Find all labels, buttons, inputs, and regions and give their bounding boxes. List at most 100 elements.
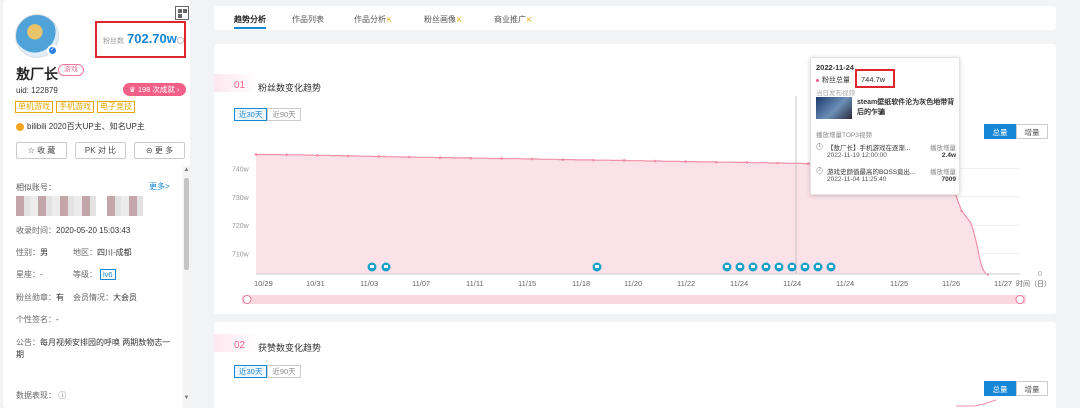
video-marker-glyph (764, 265, 768, 268)
data-point (285, 153, 288, 157)
video-marker-glyph (777, 265, 781, 268)
x-tick-label: 11/22 (677, 279, 695, 288)
star-icon: ☆ (27, 146, 35, 155)
row-time: 2022-11-04 11:25:40 (827, 176, 887, 183)
similar-account-blurred[interactable] (16, 196, 96, 216)
x-tick-label: 11/15 (518, 279, 536, 288)
action-buttons: ☆ 收 藏 PK 对 比 ⊝ 更 多 (16, 142, 185, 159)
x-tick-label: 11/07 (412, 279, 430, 288)
similar-more-link[interactable]: 更多> (149, 181, 170, 192)
rank-number: 1 (816, 143, 823, 150)
tab-works[interactable]: 作品列表 (292, 14, 324, 25)
x-tick-label: 11/03 (360, 279, 378, 288)
video-thumbnail[interactable] (816, 97, 852, 119)
x-tick-label: 11/11 (466, 279, 484, 288)
fans-value: 702.70w (127, 31, 177, 46)
signature: 个性签名：- (16, 315, 59, 324)
notice: 公告：每月视频安排园的呼唤 两期敖物志一期 (16, 338, 171, 359)
tooltip-value: 744.7w (861, 75, 886, 84)
data-point (408, 155, 411, 159)
x-tick-label: 11/24 (783, 279, 801, 288)
vip-icon: K (387, 17, 392, 24)
profile-sidebar: ✓ 粉丝数 702.70w 敖厂长 游戏 uid: 122879 ♛ 198 次… (3, 0, 190, 408)
x-tick-label: 11/20 (624, 279, 642, 288)
tab-work-analysis[interactable]: 作品分析K (354, 14, 392, 25)
level: 等级： lv6 (73, 269, 116, 280)
fans-label: 粉丝数 (103, 38, 124, 45)
data-point (254, 153, 258, 156)
zodiac: 星座：- (16, 270, 43, 279)
data-point (500, 157, 503, 160)
slider-handle[interactable] (242, 295, 252, 304)
compare-label: 对 比 (97, 146, 117, 155)
row-header: 播放增量 (930, 169, 956, 176)
main-tabs: 趋势分析 作品列表 作品分析K 粉丝画像K 商业推广K (214, 6, 1056, 30)
compare-button[interactable]: PK 对 比 (75, 142, 126, 159)
tab-fans-profile[interactable]: 粉丝画像K (424, 14, 462, 25)
row-header: 播放增量 (930, 145, 956, 152)
more-button[interactable]: ⊝ 更 多 (134, 142, 185, 159)
tab-trend[interactable]: 趋势分析 (234, 14, 266, 25)
uid-text: uid: 122879 (16, 86, 58, 95)
data-performance-label: 数据表现： ⓘ (16, 391, 67, 400)
tooltip-sub: 当日发布视频 (816, 90, 855, 97)
x-tick-label: 11/26 (942, 279, 960, 288)
favorite-label: 收 藏 (37, 146, 56, 155)
likes-trend-card: 02 获赞数变化趋势 近30天 近90天 总量 增量 (214, 322, 1056, 408)
video-marker-glyph (829, 265, 833, 268)
slider-handle[interactable] (1015, 295, 1025, 304)
tag-item: 单机游戏 (15, 101, 53, 113)
help-icon[interactable]: ⓘ (58, 391, 66, 400)
more-icon: ⊝ (145, 146, 153, 155)
record-time: 收录时间：2020-05-20 15:03:43 (16, 226, 131, 235)
data-point (438, 156, 442, 159)
x-tick-label: 11/18 (572, 279, 590, 288)
range-slider-track[interactable] (242, 295, 1026, 304)
data-point (714, 160, 718, 164)
tab-business[interactable]: 商业推广K (494, 14, 532, 25)
tag-list: 单机游戏 手机游戏 电子竞技 (15, 101, 135, 113)
row-value: 7009 (941, 176, 956, 183)
x-tick-label: 11/25 (890, 279, 908, 288)
x-tick-label: 11/24 (836, 279, 854, 288)
x-tick-label: 10/29 (254, 279, 273, 288)
qr-code-icon[interactable] (175, 6, 189, 20)
region: 地区：四川-成都 (73, 248, 132, 257)
data-point (745, 161, 749, 164)
video-marker-glyph (803, 265, 807, 268)
similar-account-blurred[interactable] (107, 196, 143, 216)
video-title[interactable]: steam壁纸软件沦为灰色地带背后的乍骗 (857, 98, 957, 118)
data-point (377, 155, 381, 158)
data-point (960, 209, 964, 213)
vip-icon: K (457, 17, 462, 24)
scroll-down-icon[interactable]: ▼ (183, 394, 190, 402)
pk-icon: PK (84, 146, 96, 155)
tooltip-date: 2022-11-24 (816, 63, 854, 72)
x-tick-label: 11/24 (730, 279, 748, 288)
video-marker-glyph (790, 265, 794, 268)
info-icon[interactable] (177, 37, 184, 44)
y-tick-label: 0 (1038, 271, 1042, 278)
up-master-icon (16, 122, 24, 131)
favorite-button[interactable]: ☆ 收 藏 (16, 142, 67, 159)
scroll-thumb[interactable] (184, 178, 189, 270)
top3-label: 播放增量TOP3视频 (816, 132, 872, 139)
y-tick-label: 710w (232, 252, 250, 259)
row-value: 2.4w (941, 152, 956, 159)
video-marker-glyph (725, 265, 729, 268)
y-tick-label: 720w (232, 223, 250, 230)
data-point (653, 159, 657, 163)
series-dot (816, 79, 819, 82)
tooltip-value-box: 744.7w (855, 69, 895, 88)
data-point (776, 161, 779, 165)
video-marker-glyph (816, 265, 820, 268)
row-title: 游戏史颜值最高的BOSS竟出... (827, 169, 916, 176)
x-tick-label: 10/31 (306, 279, 325, 288)
chart-tooltip: 2022-11-24 粉丝总量 744.7w 当日发布视频 steam壁纸软件沦… (810, 57, 960, 195)
verified-icon: ✓ (47, 45, 58, 56)
sidebar-scrollbar[interactable]: ▲ ▼ (183, 166, 190, 408)
up-description-text: bilibili 2020百大UP主、知名UP主 (27, 122, 145, 131)
data-point (469, 156, 473, 160)
scroll-up-icon[interactable]: ▲ (183, 166, 190, 174)
achievement-badge[interactable]: ♛ 198 次成就 › (123, 83, 186, 96)
